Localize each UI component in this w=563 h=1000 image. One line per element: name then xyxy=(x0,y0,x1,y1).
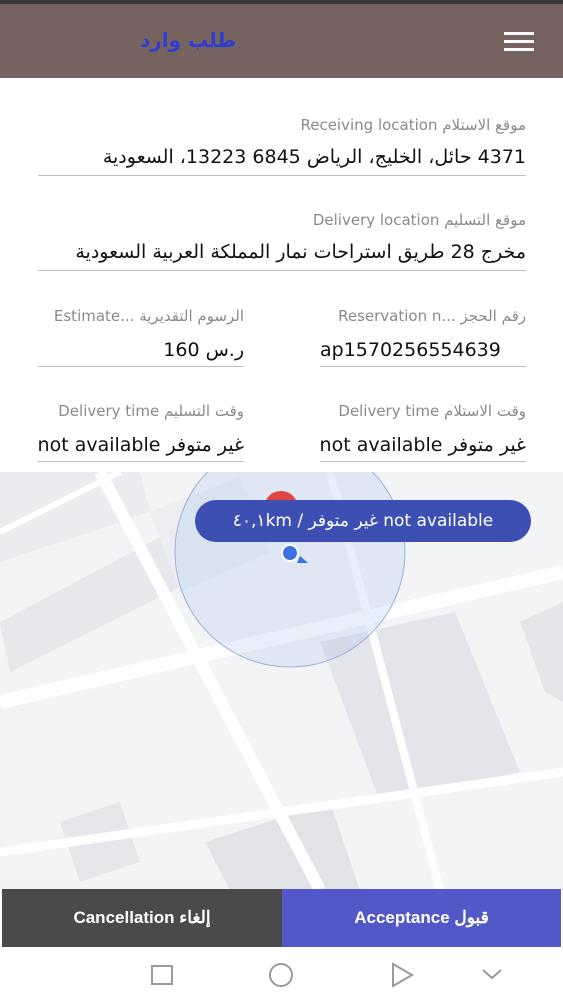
estimate-fee-label: Estimate... الرسوم التقديرية xyxy=(53,307,244,325)
chevron-down-icon[interactable] xyxy=(481,966,503,982)
back-icon[interactable] xyxy=(390,962,414,988)
estimate-fee-field[interactable]: Estimate... الرسوم التقديرية ر.س 160 xyxy=(38,307,244,367)
delivery-time-field[interactable]: Delivery time وقت التسليم غير متوفر not … xyxy=(38,402,244,462)
delivery-time-value: غير متوفر not available xyxy=(38,434,244,456)
current-location-icon xyxy=(282,545,308,565)
receiving-time-underline xyxy=(320,461,526,462)
recent-apps-icon[interactable] xyxy=(151,965,173,985)
distance-badge: ٤٠,١km / غير متوفر not available xyxy=(195,500,531,542)
reservation-number-underline xyxy=(320,366,526,367)
receiving-time-value: غير متوفر not available xyxy=(320,434,526,456)
home-icon[interactable] xyxy=(269,963,293,987)
delivery-location-label: Delivery location موقع التسليم xyxy=(312,211,526,229)
reservation-number-field[interactable]: Reservation n... رقم الحجز ap15702565546… xyxy=(320,307,526,367)
delivery-location-value: مخرج 28 طريق استراحات نمار المملكة العرب… xyxy=(75,241,526,263)
estimate-fee-value: ر.س 160 xyxy=(163,339,244,361)
receiving-location-underline xyxy=(38,175,526,176)
receiving-time-label: Delivery time وقت الاستلام xyxy=(338,402,526,420)
delivery-time-label: Delivery time وقت التسليم xyxy=(58,402,244,420)
accept-button[interactable]: Acceptance قبول xyxy=(282,889,561,947)
reservation-number-label: Reservation n... رقم الحجز xyxy=(338,307,526,325)
reservation-number-value: ap1570256554639 xyxy=(320,339,501,361)
hamburger-menu-icon[interactable] xyxy=(504,32,534,54)
app-bar: طلب وارد xyxy=(0,4,563,78)
page-title: طلب وارد xyxy=(140,28,237,52)
delivery-time-underline xyxy=(38,461,244,462)
receiving-location-label: Receiving location موقع الاستلام xyxy=(300,116,526,134)
cancel-button[interactable]: Cancellation إلغاء xyxy=(2,889,282,947)
estimate-fee-underline xyxy=(38,366,244,367)
receiving-time-field[interactable]: Delivery time وقت الاستلام غير متوفر not… xyxy=(320,402,526,462)
delivery-location-field[interactable]: Delivery location موقع التسليم مخرج 28 ط… xyxy=(38,211,526,271)
receiving-location-value: 4371 حائل، الخليج، الرياض 6845 13223، ال… xyxy=(102,146,526,168)
receiving-location-field[interactable]: Receiving location موقع الاستلام 4371 حا… xyxy=(38,116,526,176)
system-navigation-bar xyxy=(0,948,563,1000)
delivery-location-underline xyxy=(38,270,526,271)
